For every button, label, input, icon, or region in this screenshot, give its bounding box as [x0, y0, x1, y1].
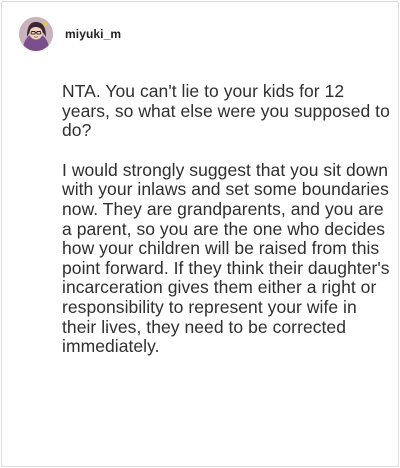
comment-body: NTA. You can't lie to your kids for 12 y…	[62, 81, 392, 357]
comment-paragraph: NTA. You can't lie to your kids for 12 y…	[62, 81, 390, 141]
avatar[interactable]	[19, 17, 53, 51]
comment-paragraph: I would strongly suggest that you sit do…	[62, 159, 390, 357]
avatar-icon	[19, 17, 53, 51]
comment-card: miyuki_m NTA. You can't lie to your kids…	[1, 1, 399, 467]
username[interactable]: miyuki_m	[65, 27, 121, 41]
comment-header: miyuki_m	[19, 16, 121, 52]
